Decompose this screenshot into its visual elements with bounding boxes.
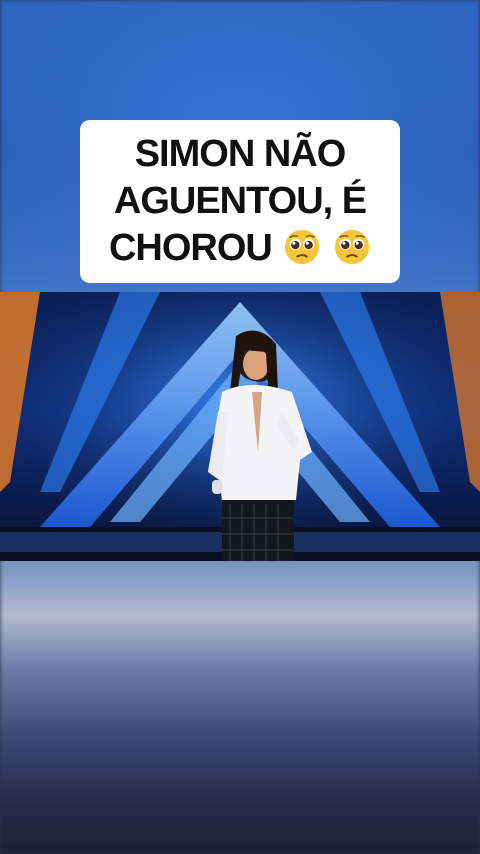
caption-line-2: AGUENTOU, É xyxy=(113,180,367,222)
caption-box: SIMON NÃO AGUENTOU, É CHOROU xyxy=(80,120,400,283)
caption-line-1: SIMON NÃO xyxy=(134,133,347,175)
caption-line-3: CHOROU xyxy=(108,227,273,269)
pleading-face-icon xyxy=(334,229,370,265)
video-tap-area[interactable] xyxy=(0,292,480,561)
caption-text: SIMON NÃO AGUENTOU, É CHOROU xyxy=(109,131,371,272)
pleading-face-icon xyxy=(285,229,320,265)
video-frame[interactable] xyxy=(0,292,480,561)
